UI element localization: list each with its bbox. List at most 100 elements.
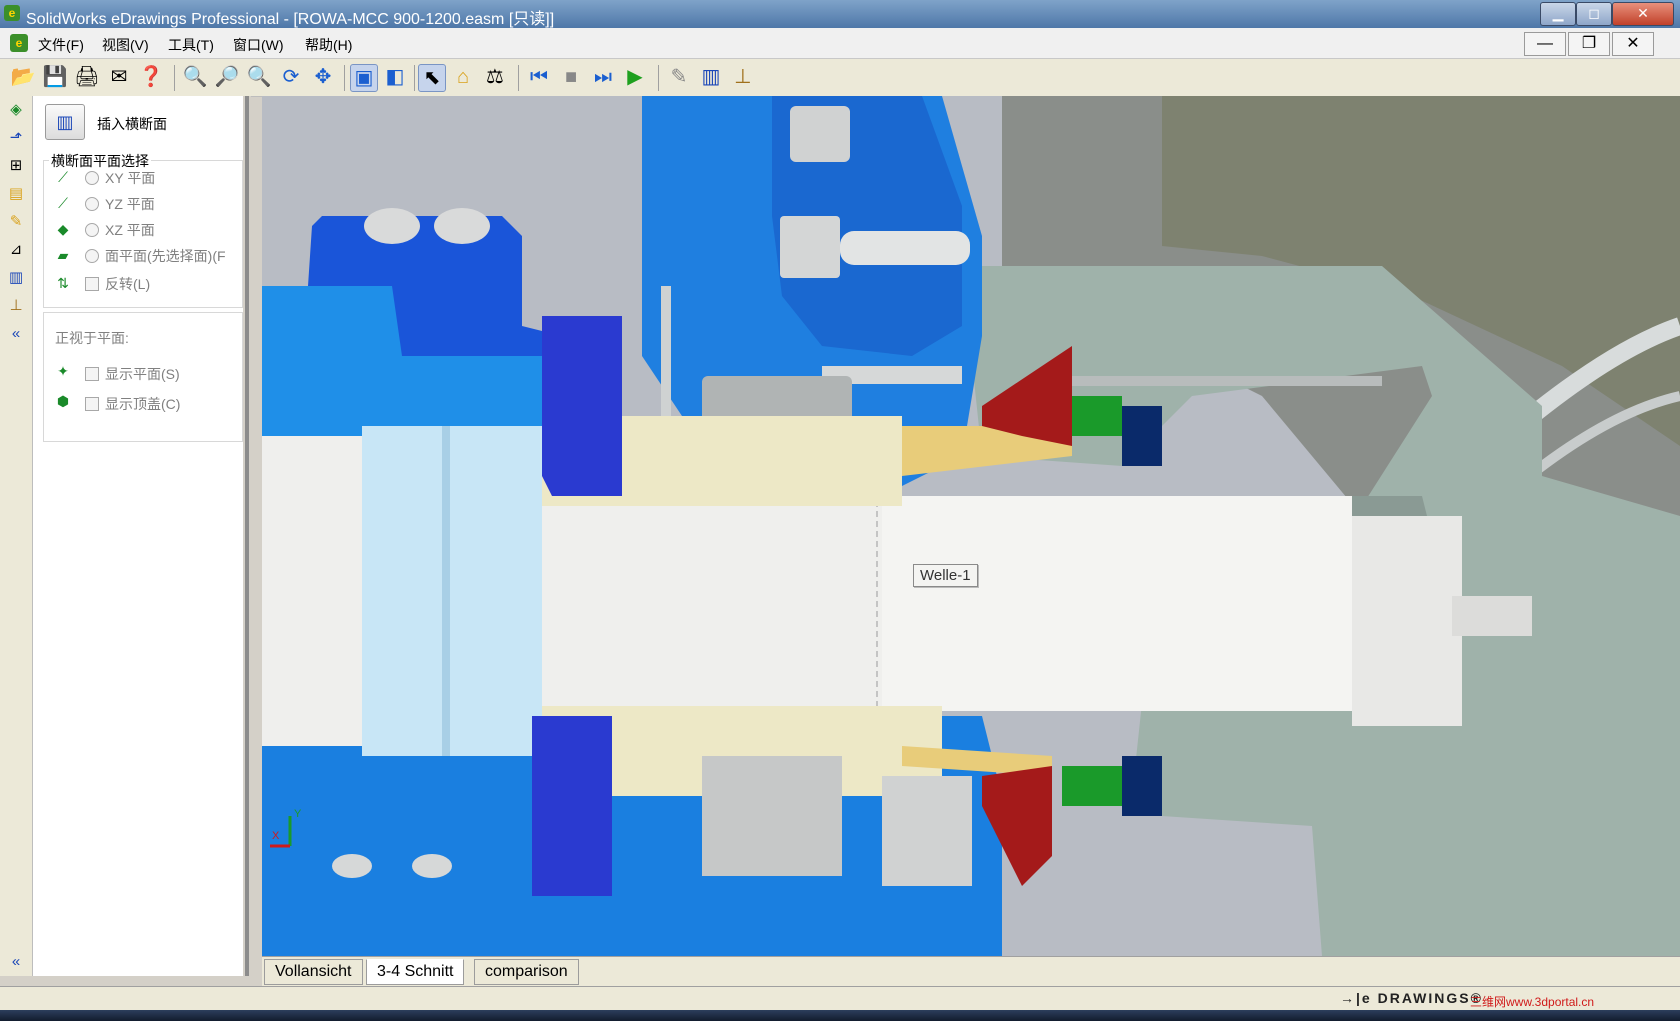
- mdi-minimize-button[interactable]: —: [1524, 32, 1566, 56]
- zoom-area-icon[interactable]: 🔎: [214, 64, 240, 90]
- window-title: SolidWorks eDrawings Professional - [ROW…: [26, 11, 555, 28]
- 3d-viewport[interactable]: X Y Welle-1: [262, 96, 1680, 956]
- tab-3-4-schnitt[interactable]: 3-4 Schnitt: [366, 959, 465, 985]
- zoom-icon[interactable]: 🔍: [246, 64, 272, 90]
- panel-splitter[interactable]: [243, 96, 251, 976]
- plane-face-option[interactable]: 面平面(先选择面)(F: [85, 246, 226, 266]
- perspective-icon[interactable]: ◧: [382, 64, 408, 90]
- menu-view[interactable]: 视图(V): [102, 35, 149, 55]
- maximize-button[interactable]: ◻: [1576, 2, 1612, 26]
- xz-plane-icon: ◆: [57, 221, 69, 237]
- steps-icon[interactable]: ⬏: [6, 128, 26, 148]
- show-cap-icon: ⬢: [56, 393, 70, 409]
- checkbox[interactable]: [85, 277, 99, 291]
- plane-xz-label: XZ 平面: [105, 222, 155, 238]
- show-plane-checkbox[interactable]: 显示平面(S): [85, 364, 180, 384]
- checkbox[interactable]: [85, 367, 99, 381]
- zoom-fit-icon[interactable]: 🔍: [182, 64, 208, 90]
- markup-icon[interactable]: ✎: [666, 64, 692, 90]
- toolbar-separator: [518, 65, 519, 91]
- app-icon: e: [4, 5, 20, 21]
- stop-icon[interactable]: ■: [558, 64, 584, 90]
- title-bar: e SolidWorks eDrawings Professional - [R…: [0, 0, 1680, 28]
- xy-plane-icon: ⟋: [58, 169, 68, 185]
- send-icon[interactable]: ✉: [106, 64, 132, 90]
- rotate-icon[interactable]: ⟳: [278, 64, 304, 90]
- mdi-close-button[interactable]: ✕: [1612, 32, 1654, 56]
- show-plane-icon: ✦: [57, 363, 69, 379]
- plane-xy-option[interactable]: XY 平面: [85, 168, 155, 188]
- collapse-icon[interactable]: «: [6, 324, 26, 344]
- pan-icon[interactable]: ✥: [310, 64, 336, 90]
- mdi-restore-button[interactable]: ❐: [1568, 32, 1610, 56]
- os-taskbar: [0, 1010, 1680, 1021]
- plane-yz-label: YZ 平面: [105, 196, 155, 212]
- show-cap-label: 显示顶盖(C): [105, 396, 181, 412]
- markup-pen-icon[interactable]: ✎: [6, 212, 26, 232]
- watermark: 三维网www.3dportal.cn: [1470, 995, 1595, 1009]
- edrawings-logo: →|e DRAWINGS®: [1340, 990, 1483, 1006]
- toolbar: 📂 💾 🖨 ✉ ❓ 🔍 🔎 🔍 ⟳ ✥ ▣ ◧ ⬉ ⌂ ⚖ ⏮ ■ ⏭ ▶ ✎ …: [0, 59, 1680, 97]
- expand-icon[interactable]: «: [6, 952, 26, 972]
- plane-yz-option[interactable]: YZ 平面: [85, 194, 155, 214]
- sheet-tabs: Vollansicht 3-4 Schnitt comparison: [262, 956, 1680, 987]
- toolbar-separator: [658, 65, 659, 91]
- shaded-icon[interactable]: ▣: [350, 64, 378, 92]
- section-panel: ▥ 插入横断面 横断面平面选择 ⟋ XY 平面 ⟋ YZ 平面 ◆ XZ 平面 …: [33, 96, 244, 976]
- radio[interactable]: [85, 223, 99, 237]
- menu-tools[interactable]: 工具(T): [168, 35, 214, 55]
- assembly-section-view: [262, 96, 1680, 956]
- section-icon[interactable]: ▥: [698, 64, 724, 90]
- stamp-icon[interactable]: ⊥: [730, 64, 756, 90]
- menu-help[interactable]: 帮助(H): [305, 35, 352, 55]
- home-icon[interactable]: ⌂: [450, 64, 476, 90]
- play-icon[interactable]: ▶: [622, 64, 648, 90]
- menu-window[interactable]: 窗口(W): [233, 35, 284, 55]
- toolbar-separator: [414, 65, 415, 91]
- radio[interactable]: [85, 171, 99, 185]
- menu-bar: e 文件(F) 视图(V) 工具(T) 窗口(W) 帮助(H) — ❐ ✕: [0, 28, 1680, 59]
- tab-comparison[interactable]: comparison: [474, 959, 579, 985]
- toolbar-separator: [344, 65, 345, 91]
- plane-xz-option[interactable]: XZ 平面: [85, 220, 155, 240]
- triad-y-label: Y: [294, 808, 302, 820]
- triad-x-label: X: [272, 830, 280, 842]
- section-tool-icon[interactable]: ▥: [45, 104, 85, 140]
- show-plane-label: 显示平面(S): [105, 366, 180, 382]
- minimize-button[interactable]: ▁: [1540, 2, 1576, 26]
- panel-header: 插入横断面: [97, 116, 167, 132]
- save-icon[interactable]: 💾: [42, 64, 68, 90]
- radio[interactable]: [85, 197, 99, 211]
- sheets-icon[interactable]: ▤: [6, 184, 26, 204]
- components-icon[interactable]: ◈: [6, 100, 26, 120]
- tab-vollansicht[interactable]: Vollansicht: [264, 959, 363, 985]
- flip-checkbox[interactable]: 反转(L): [85, 274, 150, 294]
- stamp-tool-icon[interactable]: ⊥: [6, 296, 26, 316]
- first-frame-icon[interactable]: ⏮: [526, 64, 552, 90]
- plane-xy-label: XY 平面: [105, 170, 156, 186]
- last-frame-icon[interactable]: ⏭: [590, 64, 616, 90]
- measure-tool-icon[interactable]: ⊿: [6, 240, 26, 260]
- print-icon[interactable]: 🖨: [74, 64, 100, 90]
- face-plane-icon: ▰: [57, 247, 69, 263]
- checkbox[interactable]: [85, 397, 99, 411]
- radio[interactable]: [85, 249, 99, 263]
- config-icon[interactable]: ⊞: [6, 156, 26, 176]
- flip-label: 反转(L): [105, 276, 151, 292]
- select-icon[interactable]: ⬉: [418, 64, 446, 92]
- flip-icon: ⇅: [57, 275, 69, 291]
- document-icon[interactable]: e: [10, 34, 28, 52]
- splitter-bar[interactable]: [245, 96, 249, 976]
- menu-file[interactable]: 文件(F): [38, 35, 84, 55]
- show-cap-checkbox[interactable]: 显示顶盖(C): [85, 394, 180, 414]
- help-icon[interactable]: ❓: [138, 64, 164, 90]
- plane-face-label: 面平面(先选择面)(F: [105, 248, 226, 264]
- open-icon[interactable]: 📂: [10, 64, 36, 90]
- measure-icon[interactable]: ⚖: [482, 64, 508, 90]
- close-button[interactable]: ✕: [1612, 2, 1674, 26]
- section-tool-icon[interactable]: ▥: [6, 268, 26, 288]
- view-normal-label: 正视于平面:: [55, 330, 129, 346]
- yz-plane-icon: ⟋: [58, 195, 68, 211]
- component-tooltip: Welle-1: [913, 564, 978, 587]
- left-tool-strip: ◈ ⬏ ⊞ ▤ ✎ ⊿ ▥ ⊥ « «: [0, 96, 33, 976]
